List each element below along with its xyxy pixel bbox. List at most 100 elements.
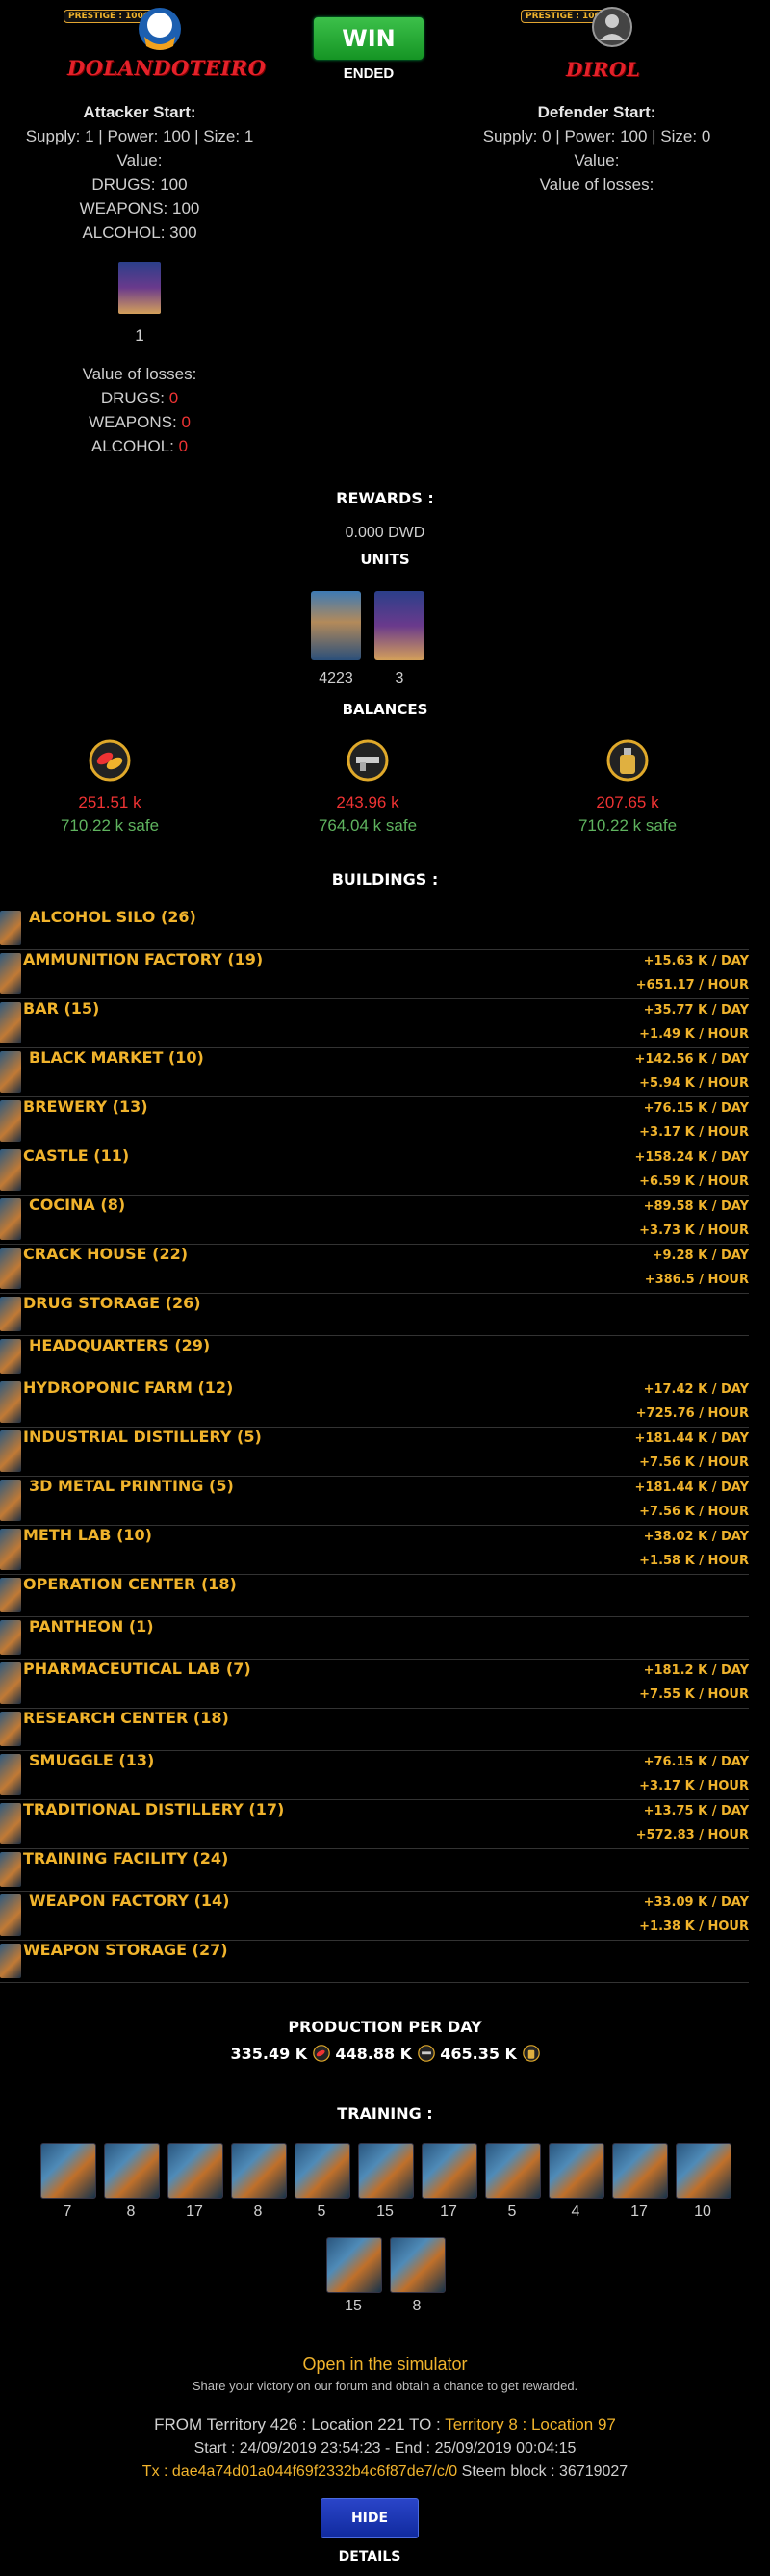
building-row: PHARMACEUTICAL LAB (7) +181.2 K / DAY +7.5… (0, 1659, 749, 1709)
building-name: BAR (15) (23, 999, 100, 1018)
building-hour-rate: +7.56 K / HOUR (639, 1505, 749, 1519)
building-thumbnail-icon (0, 1297, 21, 1331)
building-name: ALCOHOL SILO (26) (29, 908, 196, 926)
from-text: FROM Territory 426 : Location 221 TO : (154, 2415, 441, 2434)
training-unit-tile (295, 2143, 350, 2199)
building-row: HEADQUARTERS (29) (0, 1335, 749, 1378)
training-unit-tile (485, 2143, 541, 2199)
building-day-rate: +181.44 K / DAY (634, 1431, 749, 1446)
building-row: BREWERY (13) +76.15 K / DAY +3.17 K / HOUR (0, 1096, 749, 1146)
training-title: TRAINING : (337, 2104, 433, 2123)
building-thumbnail-icon (0, 1100, 21, 1142)
building-thumbnail-icon (0, 911, 21, 945)
building-thumbnail-icon (0, 1480, 21, 1521)
building-name: PHARMACEUTICAL LAB (7) (23, 1660, 251, 1678)
building-thumbnail-icon (0, 1712, 21, 1746)
gangster-unit-icon (374, 591, 424, 660)
building-production-rate: +13.75 K / DAY +572.83 / HOUR (636, 1799, 749, 1847)
building-thumbnail-icon (0, 1662, 21, 1704)
building-production-rate: +17.42 K / DAY +725.76 / HOUR (636, 1378, 749, 1426)
building-row: COCINA (8) +89.58 K / DAY +3.73 K / HOUR (0, 1195, 749, 1245)
building-production-rate: +89.58 K / DAY +3.73 K / HOUR (639, 1195, 749, 1243)
building-hour-rate: +3.17 K / HOUR (639, 1779, 749, 1793)
thug-unit-icon (311, 591, 361, 660)
simulator-link[interactable]: Open in the simulator (0, 2355, 770, 2375)
defender-start-panel: Defender Start: Supply: 0 | Power: 100 |… (452, 100, 741, 196)
gangster-unit-count: 3 (395, 670, 404, 686)
drugs-small-icon (312, 2045, 330, 2062)
building-row: CRACK HOUSE (22) +9.28 K / DAY +386.5 / HO… (0, 1244, 749, 1294)
attacker-avatar-icon (139, 8, 181, 50)
attacker-name: DOLANDOTEIRO (67, 56, 267, 80)
attacker-weapons: WEAPONS: 100 (79, 199, 200, 218)
battle-status: ENDED (343, 65, 395, 82)
building-day-rate: +158.24 K / DAY (634, 1150, 749, 1165)
building-hour-rate: +725.76 / HOUR (635, 1406, 749, 1421)
building-day-rate: +38.02 K / DAY (643, 1530, 749, 1544)
building-thumbnail-icon (0, 1149, 21, 1191)
training-unit-tile (422, 2143, 477, 2199)
building-thumbnail-icon (0, 1002, 21, 1043)
building-thumbnail-icon (0, 1852, 21, 1887)
building-day-rate: +181.44 K / DAY (634, 1481, 749, 1495)
building-name: TRADITIONAL DISTILLERY (17) (23, 1800, 285, 1818)
territory-line: FROM Territory 426 : Location 221 TO : T… (0, 2415, 770, 2434)
target-territory-link[interactable]: Territory 8 : Location 97 (445, 2415, 616, 2434)
defender-name: DIROL (566, 58, 641, 81)
building-row: 3D METAL PRINTING (5) +181.44 K / DAY +7.5… (0, 1476, 749, 1526)
attacker-supply-line: Supply: 1 | Power: 100 | Size: 1 (25, 127, 254, 145)
building-thumbnail-icon (0, 1803, 21, 1844)
training-unit-count: 17 (186, 2203, 203, 2220)
building-row: PANTHEON (1) (0, 1616, 749, 1660)
building-row: BAR (15) +35.77 K / DAY +1.49 K / HOUR (0, 998, 749, 1048)
building-hour-rate: +3.73 K / HOUR (639, 1224, 749, 1238)
training-unit-count: 15 (376, 2203, 394, 2220)
training-unit-count: 7 (63, 2203, 72, 2220)
balance-alcohol-safe: 710.22 k safe (578, 816, 678, 835)
training-unit-count: 4 (571, 2203, 580, 2220)
training-unit-count: 5 (507, 2203, 517, 2220)
building-thumbnail-icon (0, 1529, 21, 1570)
production-title: PRODUCTION PER DAY (288, 2018, 482, 2036)
building-day-rate: +33.09 K / DAY (643, 1895, 749, 1910)
building-name: HYDROPONIC FARM (12) (23, 1378, 234, 1397)
production-row: 335.49 K 448.88 K 465.35 K (0, 2045, 770, 2063)
building-hour-rate: +7.56 K / HOUR (639, 1455, 749, 1470)
building-name: OPERATION CENTER (18) (23, 1575, 237, 1593)
building-production-rate: +38.02 K / DAY +1.58 K / HOUR (639, 1525, 749, 1573)
building-day-rate: +76.15 K / DAY (643, 1755, 749, 1769)
building-day-rate: +181.2 K / DAY (643, 1663, 749, 1678)
building-thumbnail-icon (0, 1339, 21, 1374)
building-production-rate: +76.15 K / DAY +3.17 K / HOUR (639, 1750, 749, 1798)
building-production-rate: +158.24 K / DAY +6.59 K / HOUR (635, 1146, 749, 1194)
training-unit-tile (104, 2143, 160, 2199)
building-name: HEADQUARTERS (29) (29, 1336, 211, 1354)
training-unit-tile (612, 2143, 668, 2199)
defender-start-title: Defender Start: (537, 103, 656, 121)
attacker-value-label: Value: (116, 151, 163, 169)
building-name: 3D METAL PRINTING (5) (29, 1477, 234, 1495)
balance-weapons-amount: 243.96 k (336, 793, 399, 811)
building-row: TRAINING FACILITY (24) (0, 1848, 749, 1892)
units-title: UNITS (360, 551, 410, 568)
training-unit-count: 8 (412, 2298, 422, 2314)
building-production-rate: +181.44 K / DAY +7.56 K / HOUR (635, 1476, 749, 1524)
alcohol-icon (606, 739, 649, 782)
tx-link[interactable]: Tx : dae4a74d01a044f69f2332b4c6f87de7/c/… (142, 2463, 457, 2480)
building-production-rate: +181.2 K / DAY +7.55 K / HOUR (639, 1659, 749, 1707)
building-hour-rate: +3.17 K / HOUR (639, 1125, 749, 1140)
building-hour-rate: +1.58 K / HOUR (639, 1554, 749, 1568)
training-unit-tile (549, 2143, 604, 2199)
hide-details-button[interactable]: HIDE DETAILS (321, 2498, 419, 2564)
tx-line: Tx : dae4a74d01a044f69f2332b4c6f87de7/c/… (0, 2463, 770, 2481)
building-hour-rate: +5.94 K / HOUR (639, 1076, 749, 1091)
building-thumbnail-icon (0, 1198, 21, 1240)
defender-supply-line: Supply: 0 | Power: 100 | Size: 0 (482, 127, 711, 145)
building-row: HYDROPONIC FARM (12) +17.42 K / DAY +725.7… (0, 1378, 749, 1428)
building-name: METH LAB (10) (23, 1526, 152, 1544)
building-thumbnail-icon (0, 1430, 21, 1472)
training-unit-tile (231, 2143, 287, 2199)
training-unit-count: 10 (694, 2203, 711, 2220)
building-day-rate: +17.42 K / DAY (643, 1382, 749, 1397)
building-name: BLACK MARKET (10) (29, 1048, 204, 1067)
